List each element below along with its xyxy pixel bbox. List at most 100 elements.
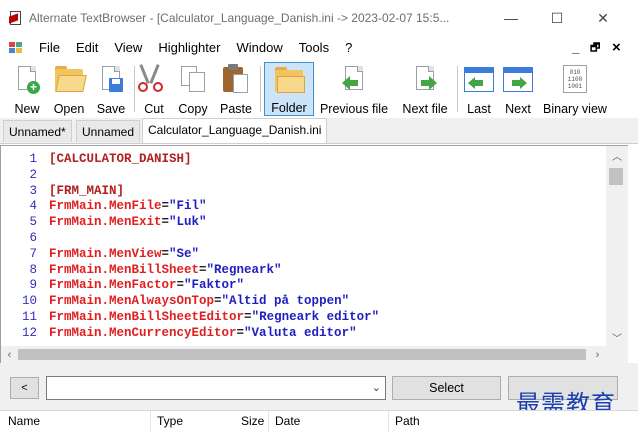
column-date[interactable]: Date — [275, 414, 300, 428]
copy-icon — [175, 64, 211, 96]
path-combobox[interactable]: ⌄ — [46, 376, 386, 400]
code-line[interactable]: FrmMain.MenCurrencyEditor="Valuta editor… — [49, 326, 379, 342]
ini-value: "Fil" — [169, 199, 207, 214]
menu-window[interactable]: Window — [228, 36, 290, 60]
chevron-down-icon[interactable]: ⌄ — [372, 381, 381, 394]
text-editor[interactable]: 1 2 3 4 5 6 7 8 9 10 11 12 [CALCULATOR_DANISH] [FRM_… — [0, 145, 628, 363]
previous-file-button[interactable]: Previous file — [316, 62, 392, 116]
file-list-header: Name Type Size Date Path — [0, 410, 638, 432]
cut-button[interactable]: Cut — [138, 62, 169, 116]
line-number-gutter: 1 2 3 4 5 6 7 8 9 10 11 12 — [1, 152, 41, 342]
maximize-button[interactable]: ☐ — [534, 0, 580, 36]
ini-key: FrmMain.MenBillSheet — [49, 262, 200, 277]
line-number: 3 — [29, 183, 37, 198]
menu-view[interactable]: View — [106, 36, 150, 60]
scroll-up-icon[interactable]: ︿ — [606, 146, 628, 164]
line-number: 1 — [29, 152, 37, 166]
scroll-left-icon[interactable]: ‹ — [1, 346, 18, 363]
folder-icon — [271, 65, 307, 95]
line-number: 5 — [29, 215, 37, 230]
column-size[interactable]: Size — [241, 414, 264, 428]
code-line[interactable]: FrmMain.MenExit="Luk" — [49, 215, 379, 231]
child-minimize-button[interactable]: _ — [572, 36, 579, 60]
code-line[interactable]: [FRM_MAIN] — [49, 184, 379, 200]
menu-bar: File Edit View Highlighter Window Tools … — [0, 36, 638, 60]
document-tabs: Unnamed* Unnamed Calculator_Language_Dan… — [0, 118, 638, 144]
binary-view-button[interactable]: 010 1100 1001 Binary view — [540, 62, 610, 116]
vertical-scroll-thumb[interactable] — [609, 168, 623, 185]
code-line[interactable]: [CALCULATOR_DANISH] — [49, 152, 379, 168]
code-line[interactable]: FrmMain.MenBillSheet="Regneark" — [49, 263, 379, 279]
binary-icon: 010 1100 1001 — [557, 64, 593, 96]
ini-value: "Luk" — [169, 215, 207, 230]
next-file-button[interactable]: Next file — [397, 62, 453, 116]
ini-value: "Altid på toppen" — [221, 294, 350, 309]
scrollbar-corner — [606, 346, 628, 363]
ini-key: FrmMain.MenBillSheetEditor — [49, 309, 245, 324]
menu-edit[interactable]: Edit — [68, 36, 106, 60]
column-name[interactable]: Name — [8, 414, 40, 428]
tab-unnamed[interactable]: Unnamed — [76, 120, 141, 142]
scroll-right-icon[interactable]: › — [589, 346, 606, 363]
code-area[interactable]: [CALCULATOR_DANISH] [FRM_MAIN] FrmMain.Men… — [49, 152, 379, 342]
toolbar: + New Open Save Cut Copy Paste Folder Pr… — [0, 60, 638, 118]
ini-value: "Valuta editor" — [244, 325, 357, 340]
select-button[interactable]: Select — [392, 376, 501, 400]
ini-key: FrmMain.MenCurrencyEditor — [49, 325, 237, 340]
code-line[interactable]: FrmMain.MenAlwaysOnTop="Altid på toppen" — [49, 294, 379, 310]
save-button[interactable]: Save — [92, 62, 130, 116]
new-button[interactable]: + New — [8, 62, 46, 116]
open-button[interactable]: Open — [50, 62, 88, 116]
copy-button[interactable]: Copy — [174, 62, 212, 116]
horizontal-scroll-thumb[interactable] — [18, 349, 586, 360]
equals-sign: = — [161, 199, 170, 214]
next-window-icon — [500, 64, 536, 96]
back-button[interactable]: < — [10, 377, 39, 399]
code-line[interactable] — [49, 168, 379, 184]
ini-key: FrmMain.MenExit — [49, 215, 162, 230]
window-title: Alternate TextBrowser - [Calculator_Lang… — [29, 11, 450, 25]
child-restore-button[interactable]: 🗗 — [590, 36, 600, 60]
next-file-icon — [407, 64, 443, 96]
line-number: 2 — [29, 167, 37, 182]
last-button[interactable]: Last — [461, 62, 497, 116]
equals-sign: = — [176, 278, 185, 293]
new-file-icon: + — [9, 64, 45, 96]
code-line[interactable]: FrmMain.MenBillSheetEditor="Regneark edi… — [49, 310, 379, 326]
code-line[interactable]: FrmMain.MenFile="Fil" — [49, 199, 379, 215]
paste-button[interactable]: Paste — [216, 62, 256, 116]
scroll-down-icon[interactable]: ﹀ — [606, 328, 628, 346]
toolbar-separator — [134, 66, 135, 112]
horizontal-scrollbar[interactable]: ‹ › — [1, 346, 606, 363]
tab-unnamed-modified[interactable]: Unnamed* — [3, 120, 72, 142]
column-path[interactable]: Path — [395, 414, 420, 428]
menu-file[interactable]: File — [31, 36, 68, 60]
last-window-icon — [461, 64, 497, 96]
menu-highlighter[interactable]: Highlighter — [150, 36, 228, 60]
menu-help[interactable]: ? — [337, 36, 360, 60]
vertical-scrollbar[interactable]: ︿ ﹀ — [606, 146, 628, 346]
line-number: 7 — [29, 246, 37, 261]
menu-tools[interactable]: Tools — [291, 36, 337, 60]
toolbar-separator — [260, 66, 261, 112]
line-number: 12 — [21, 325, 37, 340]
equals-sign: = — [199, 262, 207, 277]
document-menu-icon[interactable] — [9, 42, 23, 54]
next-button[interactable]: Next — [500, 62, 536, 116]
tab-calculator-language-danish[interactable]: Calculator_Language_Danish.ini — [142, 118, 328, 143]
code-line[interactable]: FrmMain.MenFactor="Faktor" — [49, 278, 379, 294]
previous-file-icon — [336, 64, 372, 96]
paste-icon — [218, 64, 254, 96]
equals-sign: = — [161, 215, 170, 230]
column-type[interactable]: Type — [157, 414, 183, 428]
child-close-button[interactable]: × — [612, 36, 621, 60]
code-line[interactable]: FrmMain.MenView="Se" — [49, 247, 379, 263]
minimize-button[interactable]: — — [488, 0, 534, 36]
save-icon — [93, 64, 129, 96]
ini-section: [FRM_MAIN] — [49, 183, 125, 198]
folder-button[interactable]: Folder — [264, 62, 314, 116]
equals-sign: = — [214, 294, 222, 309]
close-button[interactable]: ✕ — [580, 0, 626, 36]
code-line[interactable] — [49, 231, 379, 247]
app-icon[interactable] — [9, 11, 23, 25]
